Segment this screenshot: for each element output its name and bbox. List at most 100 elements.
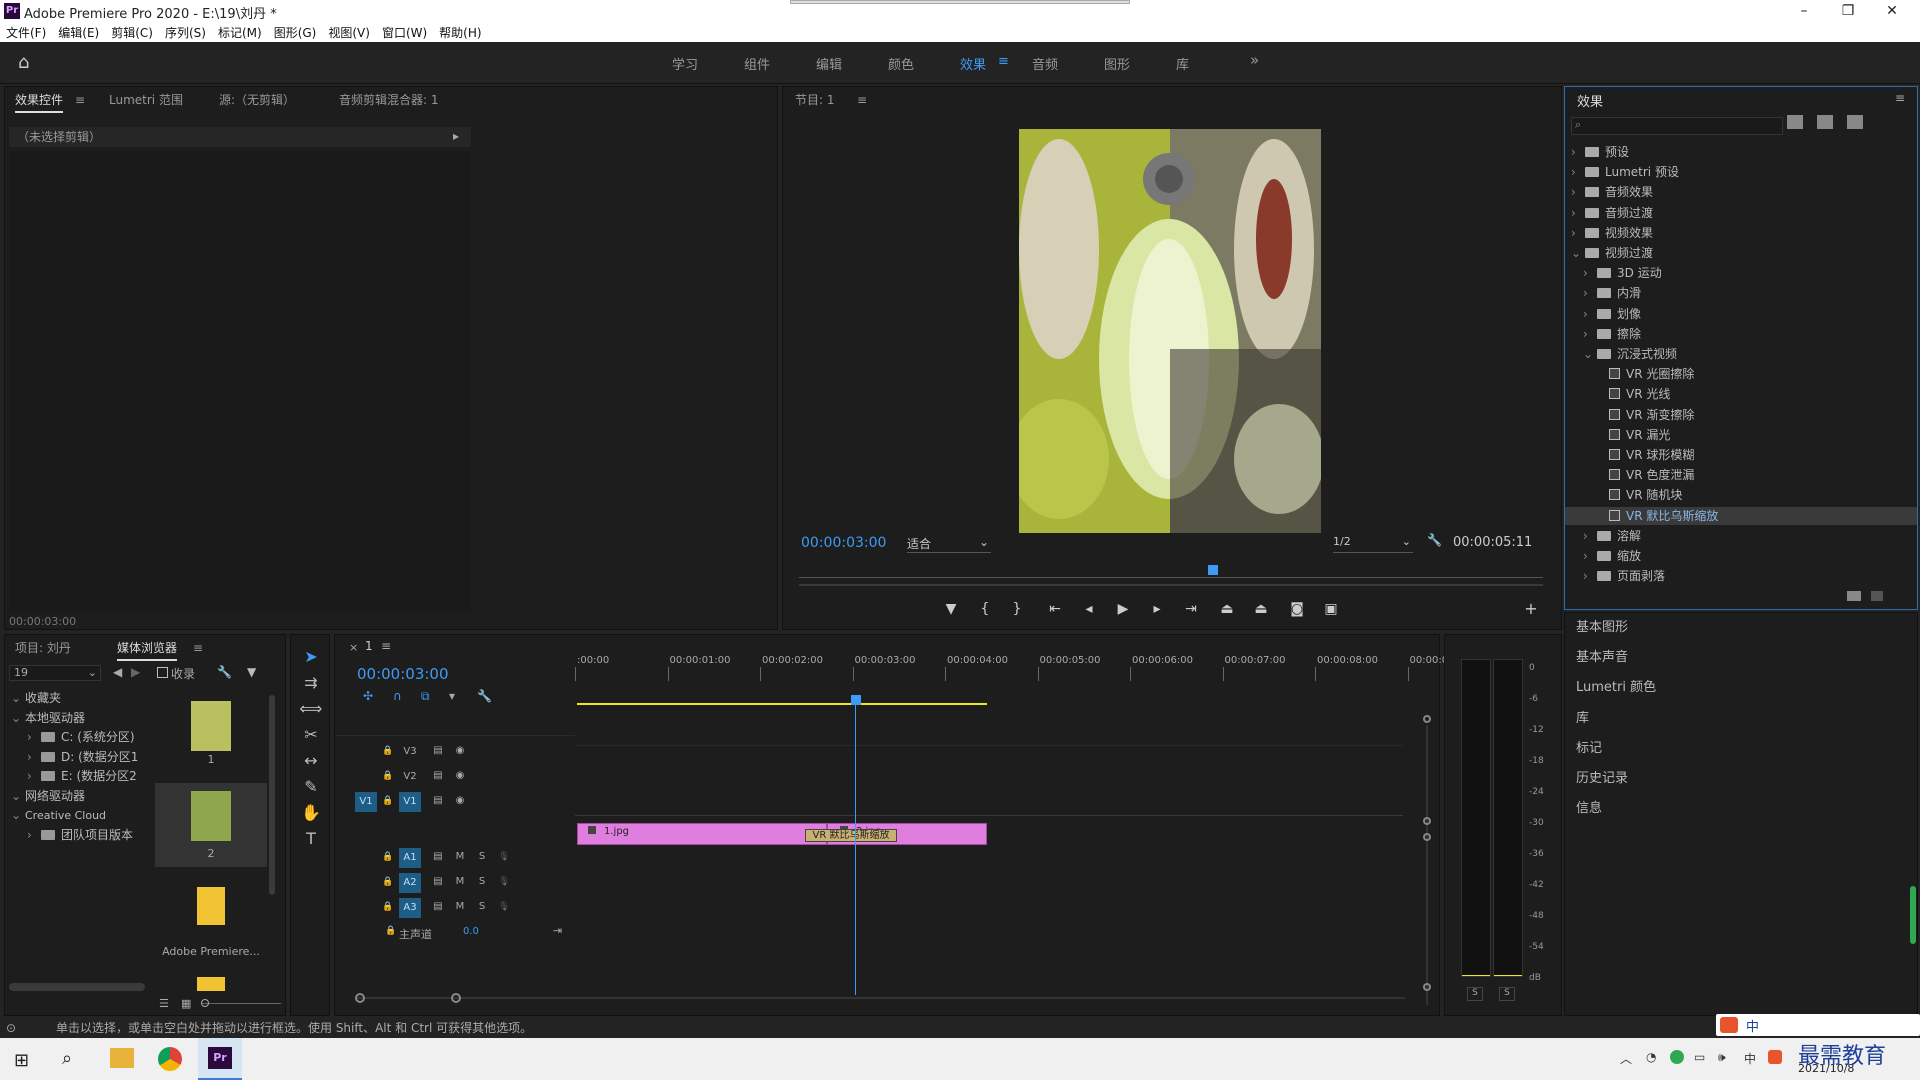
tab-source[interactable]: 源:（无剪辑） xyxy=(219,87,295,113)
menu-marker[interactable]: 标记(M) xyxy=(212,22,268,43)
sogou-ime-icon[interactable] xyxy=(1768,1050,1782,1064)
solo-right-button[interactable]: S xyxy=(1499,987,1515,1001)
program-zoom-scrollbar[interactable] xyxy=(799,584,1543,586)
workspace-audio[interactable]: 音频 xyxy=(1032,54,1058,73)
media-browser-tree-item[interactable]: ⌄ 本地驱动器 xyxy=(5,709,85,727)
effects-tree-item[interactable]: VR 光圈擦除 xyxy=(1565,365,1917,383)
source-patch-v1[interactable]: V1 xyxy=(355,792,377,812)
panel-scroll-indicator[interactable] xyxy=(1910,886,1916,944)
tab-media-browser[interactable]: 媒体浏览器 xyxy=(117,635,178,661)
icon-view-icon[interactable]: ▦ xyxy=(181,997,191,1010)
lock-icon[interactable]: 🔒 xyxy=(377,741,399,761)
eye-icon[interactable]: ◉ xyxy=(449,766,471,786)
playback-resolution-select[interactable]: 1/2 ⌄ xyxy=(1333,535,1413,553)
chrome-icon[interactable] xyxy=(158,1047,182,1071)
effects-tree-item[interactable]: › 预设 xyxy=(1565,143,1917,161)
workspace-effects[interactable]: 效果 xyxy=(960,54,986,73)
workspace-editing[interactable]: 编辑 xyxy=(816,54,842,73)
filter-icon[interactable]: ▼ xyxy=(247,665,256,679)
wrench-icon[interactable]: 🔧 xyxy=(1427,533,1442,547)
workspace-menu-icon[interactable]: ≡ xyxy=(998,54,1009,69)
tab-menu-icon[interactable]: ≡ xyxy=(193,635,203,661)
step-forward-icon[interactable]: ▸ xyxy=(1145,601,1169,617)
solo-button[interactable]: S xyxy=(471,897,493,917)
effects-tree-item[interactable]: › 擦除 xyxy=(1565,325,1917,343)
panel-header[interactable]: 库 xyxy=(1576,704,1916,734)
extract-icon[interactable]: ⏏ xyxy=(1249,601,1273,617)
panel-header[interactable]: 历史记录 xyxy=(1576,764,1916,794)
mute-button[interactable]: M xyxy=(449,872,471,892)
timeline-timecode[interactable]: 00:00:03:00 xyxy=(357,665,449,683)
close-sequence-icon[interactable]: × xyxy=(349,641,358,654)
effects-tree-item[interactable]: › 缩放 xyxy=(1565,547,1917,565)
ingest-checkbox[interactable] xyxy=(157,667,168,678)
thumbnails-vertical-scrollbar[interactable] xyxy=(269,695,275,895)
thumbnail-size-slider[interactable] xyxy=(201,999,281,1007)
close-button[interactable]: ✕ xyxy=(1870,0,1914,22)
sequence-menu-icon[interactable]: ≡ xyxy=(381,639,391,653)
back-arrow-icon[interactable]: ◀ xyxy=(113,665,122,679)
menu-sequence[interactable]: 序列(S) xyxy=(159,22,212,43)
work-area-bar[interactable] xyxy=(577,703,987,705)
lock-icon[interactable]: 🔒 xyxy=(377,766,399,786)
lock-icon[interactable]: 🔒 xyxy=(377,872,399,892)
sync-lock-icon[interactable]: ▤ xyxy=(427,847,449,867)
step-back-icon[interactable]: ◂ xyxy=(1077,601,1101,617)
sync-lock-icon[interactable]: ▤ xyxy=(427,872,449,892)
razor-tool-icon[interactable]: ✂ xyxy=(299,723,323,747)
nest-icon[interactable]: ✣ xyxy=(363,689,373,703)
sync-lock-icon[interactable]: ▤ xyxy=(427,741,449,761)
thumbnail-2[interactable]: 2 xyxy=(155,783,267,867)
ingest-settings-icon[interactable]: 🔧 xyxy=(217,665,232,679)
transition-vr-mobius-zoom[interactable]: VR 默比乌斯缩放 xyxy=(805,829,897,842)
network-icon[interactable]: ▭ xyxy=(1694,1050,1705,1064)
lock-icon[interactable]: 🔒 xyxy=(377,791,399,811)
lock-icon[interactable]: 🔒 xyxy=(377,847,399,867)
sync-lock-icon[interactable]: ▤ xyxy=(427,766,449,786)
mark-in-icon[interactable]: { xyxy=(973,601,997,617)
effects-tree-item[interactable]: VR 渐变擦除 xyxy=(1565,406,1917,424)
timeline-playhead-handle[interactable] xyxy=(851,695,861,705)
effects-tree-item[interactable]: › 音频效果 xyxy=(1565,183,1917,201)
slip-tool-icon[interactable]: ↔ xyxy=(299,749,323,773)
effects-tree-item[interactable]: › 划像 xyxy=(1565,305,1917,323)
tree-horizontal-scrollbar[interactable] xyxy=(9,983,145,991)
workspace-learn[interactable]: 学习 xyxy=(672,54,698,73)
mute-button[interactable]: M xyxy=(449,847,471,867)
effects-search-input[interactable]: ⌕ xyxy=(1571,117,1783,135)
add-marker-icon[interactable]: ▼ xyxy=(939,601,963,617)
hand-tool-icon[interactable]: ✋ xyxy=(299,801,323,825)
effects-tree-item[interactable]: › 页面剥落 xyxy=(1565,567,1917,585)
thumbnail-4-partial[interactable] xyxy=(197,977,225,991)
effects-tree-item[interactable]: ⌄ 沉浸式视频 xyxy=(1565,345,1917,363)
file-explorer-icon[interactable] xyxy=(110,1048,134,1068)
effects-tree-item[interactable]: › 3D 运动 xyxy=(1565,264,1917,282)
track-select-tool-icon[interactable]: ⇉ xyxy=(299,671,323,695)
menu-file[interactable]: 文件(F) xyxy=(0,22,52,43)
go-to-in-icon[interactable]: ⇤ xyxy=(1043,601,1067,617)
media-browser-tree-item[interactable]: › C: (系统分区) xyxy=(5,728,135,746)
program-time-ruler[interactable] xyxy=(799,565,1543,579)
maximize-button[interactable]: ❐ xyxy=(1826,0,1870,22)
linked-selection-icon[interactable]: ⧉ xyxy=(421,689,430,704)
media-browser-tree-item[interactable]: › 团队项目版本 xyxy=(5,826,133,844)
track-target[interactable]: A2 xyxy=(399,873,421,893)
sequence-tab[interactable]: 1 xyxy=(365,639,373,653)
audio-zoom-handle[interactable] xyxy=(1423,833,1431,841)
effects-tree-item[interactable]: VR 色度泄漏 xyxy=(1565,466,1917,484)
menu-help[interactable]: 帮助(H) xyxy=(433,22,487,43)
menu-window[interactable]: 窗口(W) xyxy=(376,22,433,43)
mic-icon[interactable]: 🎙 xyxy=(493,872,515,892)
search-icon[interactable]: ⌕ xyxy=(62,1048,72,1069)
type-tool-icon[interactable]: T xyxy=(299,827,323,851)
list-view-icon[interactable]: ☰ xyxy=(159,997,169,1010)
thumbnail-adobe-premiere-folder[interactable]: Adobe Premiere... xyxy=(155,883,267,967)
delete-icon[interactable] xyxy=(1871,591,1883,601)
menu-clip[interactable]: 剪辑(C) xyxy=(105,22,159,43)
effects-tree-item[interactable]: VR 光线 xyxy=(1565,385,1917,403)
video-audio-divider-handle[interactable] xyxy=(1423,817,1431,825)
expand-arrow-icon[interactable]: ▸ xyxy=(453,129,459,143)
minimize-button[interactable]: – xyxy=(1782,0,1826,22)
effects-panel-menu-icon[interactable]: ≡ xyxy=(1895,91,1905,105)
workspace-graphics[interactable]: 图形 xyxy=(1104,54,1130,73)
